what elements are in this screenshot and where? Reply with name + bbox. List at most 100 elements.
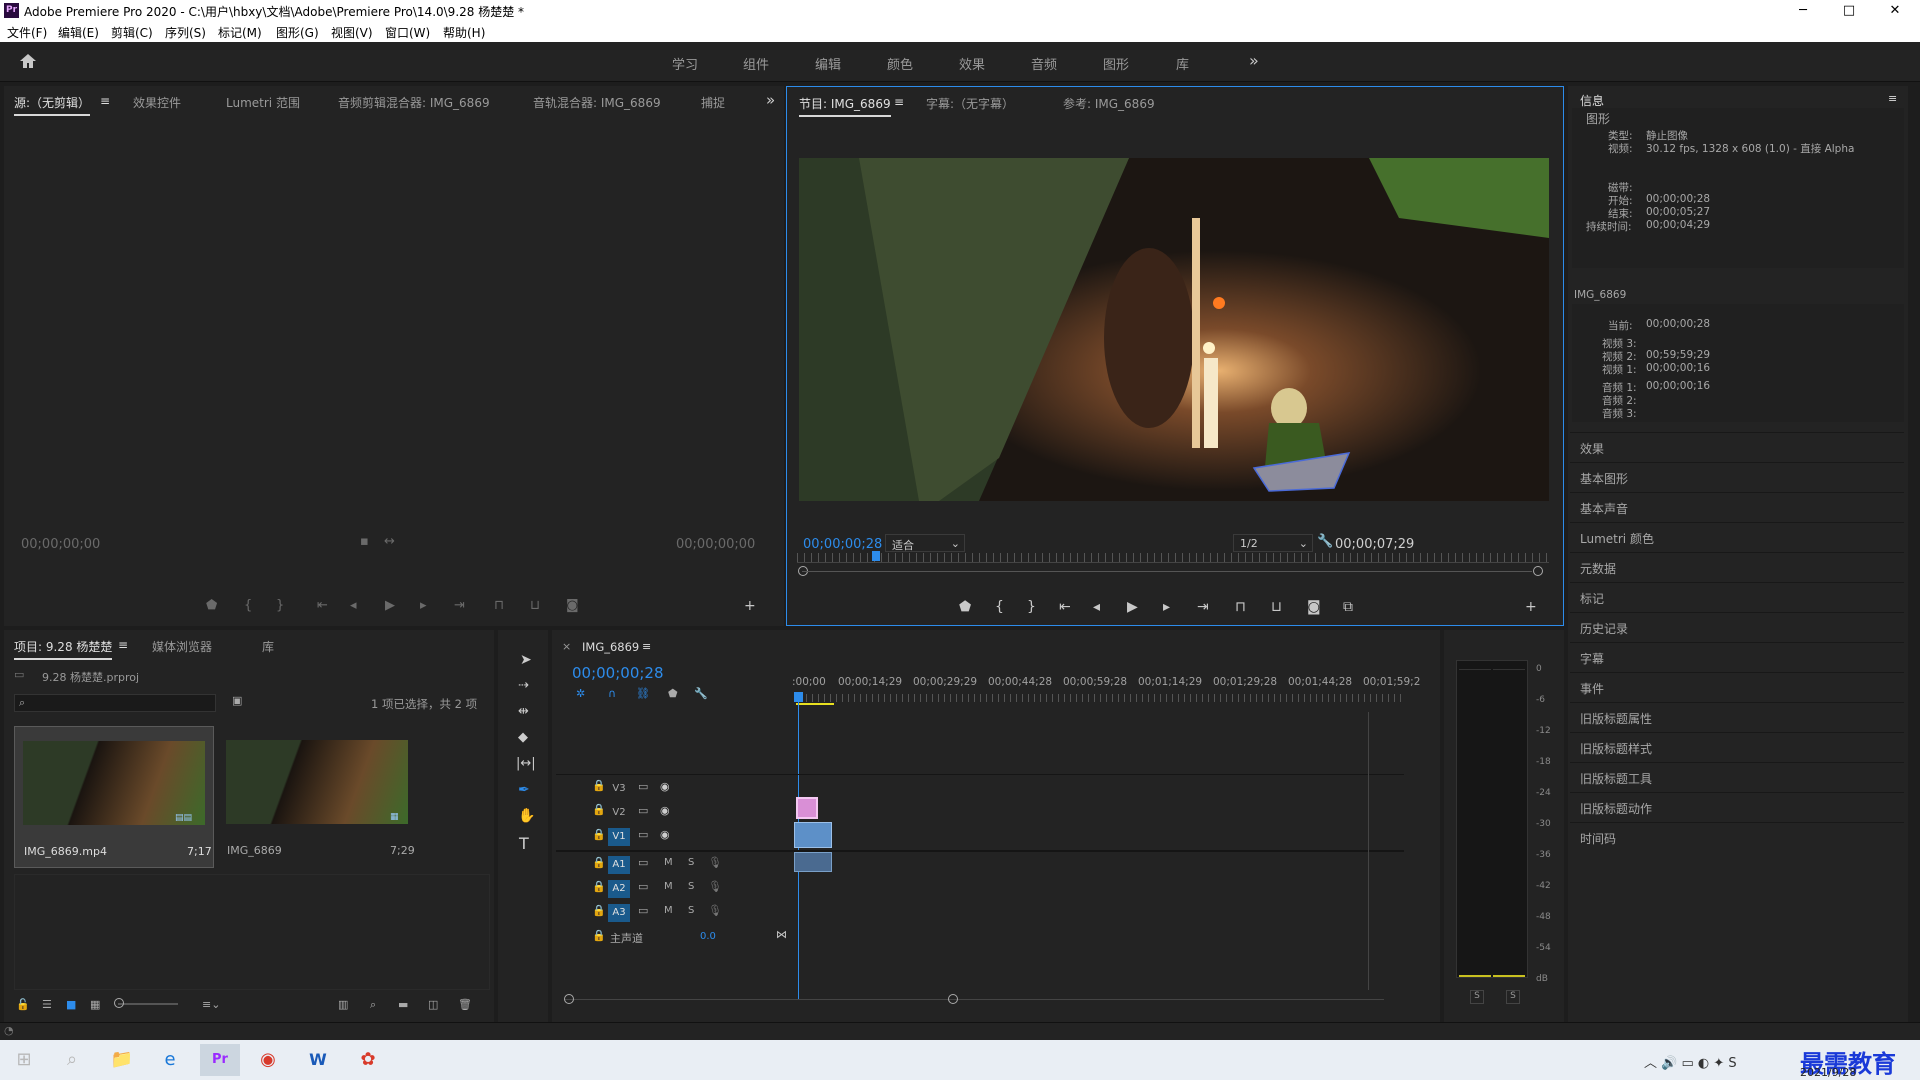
a1-mute-button[interactable]: M (664, 857, 673, 868)
source-play-icon[interactable]: ▶ (385, 598, 395, 613)
minimize-button[interactable]: ─ (1780, 0, 1826, 22)
meter-solo-left-button[interactable]: S (1470, 990, 1484, 1004)
program-step-forward-icon[interactable]: ▸ (1163, 599, 1170, 615)
file-explorer-icon[interactable]: 📁 (102, 1044, 142, 1076)
a3-sync-icon[interactable]: ▭ (638, 904, 648, 917)
work-area-bar[interactable] (796, 703, 834, 705)
a2-mic-icon[interactable]: 🎙 (708, 880, 722, 893)
pen-tool-icon[interactable]: ✒ (518, 782, 530, 798)
project-item-1[interactable]: ▤▤ IMG_6869.mp4 7;17 (14, 726, 214, 868)
info-panel-menu-icon[interactable]: ≡ (1888, 92, 1897, 105)
system-tray-icons[interactable]: ︿ 🔊 ▭ ◐ ✦ S (1644, 1052, 1737, 1071)
source-add-button[interactable]: + (744, 598, 756, 614)
a1-solo-button[interactable]: S (688, 857, 694, 868)
project-search-input[interactable]: ⌕ (14, 694, 216, 712)
new-bin-from-search-icon[interactable]: ▣ (232, 694, 242, 707)
source-goto-in-icon[interactable]: ⇤ (317, 598, 328, 613)
program-play-icon[interactable]: ▶ (1127, 599, 1138, 615)
program-lift-icon[interactable]: ⊓ (1235, 599, 1246, 615)
a1-sync-icon[interactable]: ▭ (638, 856, 648, 869)
source-insert-icon[interactable]: ⊓ (494, 598, 504, 613)
word-icon[interactable]: W (298, 1044, 338, 1076)
a3-lock-icon[interactable]: 🔒 (592, 904, 606, 917)
program-goto-out-icon[interactable]: ⇥ (1197, 599, 1209, 615)
slip-tool-icon[interactable]: |↔| (516, 756, 536, 771)
panel-history[interactable]: 历史记录 (1570, 612, 1904, 642)
timeline-settings-icon[interactable]: 🔧 (694, 687, 708, 700)
master-transition-icon[interactable]: ⋈ (776, 928, 787, 941)
zoom-scrollbar[interactable] (802, 571, 1532, 572)
source-more-icon[interactable]: » (766, 91, 775, 109)
source-timecode-in[interactable]: 00;00;00;00 (21, 537, 100, 552)
hand-tool-icon[interactable]: ✋ (518, 808, 535, 824)
tab-libraries[interactable]: 库 (262, 638, 274, 655)
meter-solo-right-button[interactable]: S (1506, 990, 1520, 1004)
panel-effects[interactable]: 效果 (1570, 432, 1904, 462)
tab-effect-controls[interactable]: 效果控件 (133, 94, 181, 111)
taskbar-search-icon[interactable]: ⌕ (52, 1044, 92, 1076)
audio-clip-a1[interactable] (794, 852, 832, 872)
menu-help[interactable]: 帮助(H) (443, 24, 485, 41)
razor-tool-icon[interactable]: ◆ (518, 730, 528, 745)
timeline-vscrollbar[interactable] (1368, 712, 1369, 990)
source-mark-out-icon[interactable]: } (276, 598, 284, 613)
trash-icon[interactable]: 🗑 (458, 998, 472, 1011)
freeform-view-icon[interactable]: ▦ (90, 998, 100, 1011)
timeline-zoom-handle-right[interactable] (948, 994, 958, 1004)
v2-sync-icon[interactable]: ▭ (638, 804, 648, 817)
program-marker-icon[interactable]: ⬟ (959, 599, 971, 615)
track-v3-label[interactable]: V3 (608, 780, 630, 798)
master-volume-value[interactable]: 0.0 (700, 931, 716, 942)
program-extract-icon[interactable]: ⊔ (1271, 599, 1282, 615)
menu-graphics[interactable]: 图形(G) (276, 24, 319, 41)
tab-media-browser[interactable]: 媒体浏览器 (152, 638, 212, 655)
workspace-editing[interactable]: 编辑 (815, 54, 841, 73)
source-marker-icon[interactable]: ⬟ (206, 598, 217, 613)
workspace-assembly[interactable]: 组件 (743, 54, 769, 73)
fit-dropdown[interactable]: 适合 ⌄ (885, 534, 965, 552)
tab-timeline-sequence[interactable]: IMG_6869 (582, 640, 639, 654)
timeline-close-icon[interactable]: × (562, 640, 571, 653)
panel-legacy-title-tools[interactable]: 旧版标题工具 (1570, 762, 1904, 792)
a2-solo-button[interactable]: S (688, 881, 694, 892)
track-a3-label[interactable]: A3 (608, 904, 630, 922)
lock-icon[interactable]: 🔓 (16, 998, 30, 1011)
v2-lock-icon[interactable]: 🔒 (592, 803, 606, 816)
workspace-graphics[interactable]: 图形 (1103, 54, 1129, 73)
workspace-audio[interactable]: 音频 (1031, 54, 1057, 73)
program-time-ruler[interactable] (797, 553, 1549, 563)
panel-lumetri-color[interactable]: Lumetri 颜色 (1570, 522, 1904, 552)
maximize-button[interactable]: □ (1826, 0, 1872, 22)
timeline-ruler[interactable]: :00;00 00;00;14;29 00;00;29;29 00;00;44;… (792, 676, 1432, 690)
thumbnail-size-handle[interactable] (114, 998, 124, 1008)
tab-program[interactable]: 节目: IMG_6869 (799, 95, 891, 117)
master-lock-icon[interactable]: 🔒 (592, 929, 606, 942)
workspace-more-icon[interactable]: » (1249, 51, 1259, 70)
workspace-libraries[interactable]: 库 (1176, 54, 1189, 73)
source-mark-in-icon[interactable]: { (244, 598, 252, 613)
menu-edit[interactable]: 编辑(E) (58, 24, 99, 41)
edge-icon[interactable]: e (150, 1044, 190, 1076)
v1-lock-icon[interactable]: 🔒 (592, 828, 606, 841)
v2-eye-icon[interactable]: ◉ (660, 804, 670, 817)
source-timecode-out[interactable]: 00;00;00;00 (676, 537, 755, 552)
tab-captions[interactable]: 字幕:（无字幕） (926, 95, 1014, 112)
track-select-tool-icon[interactable]: ⇢ (518, 678, 529, 693)
menu-file[interactable]: 文件(F) (7, 24, 47, 41)
new-item-icon[interactable]: ◫ (428, 998, 438, 1011)
program-mark-out-icon[interactable]: } (1027, 599, 1036, 615)
tab-lumetri-scopes[interactable]: Lumetri 范围 (226, 94, 300, 111)
a1-mic-icon[interactable]: 🎙 (708, 856, 722, 869)
source-goto-out-icon[interactable]: ⇥ (454, 598, 465, 613)
program-export-frame-icon[interactable]: ◙ (1307, 599, 1321, 615)
add-marker-icon[interactable]: ⬟ (668, 687, 678, 700)
program-mark-in-icon[interactable]: { (995, 599, 1004, 615)
source-overwrite-icon[interactable]: ⊔ (530, 598, 540, 613)
linked-selection-icon[interactable]: ⛓ (636, 687, 650, 700)
tab-source[interactable]: 源:（无剪辑） (14, 94, 91, 116)
snap-icon[interactable]: ∩ (608, 687, 616, 700)
selection-tool-icon[interactable]: ➤ (520, 652, 532, 668)
panel-events[interactable]: 事件 (1570, 672, 1904, 702)
ripple-edit-tool-icon[interactable]: ⇹ (518, 704, 529, 719)
source-step-back-icon[interactable]: ◂ (350, 598, 357, 613)
